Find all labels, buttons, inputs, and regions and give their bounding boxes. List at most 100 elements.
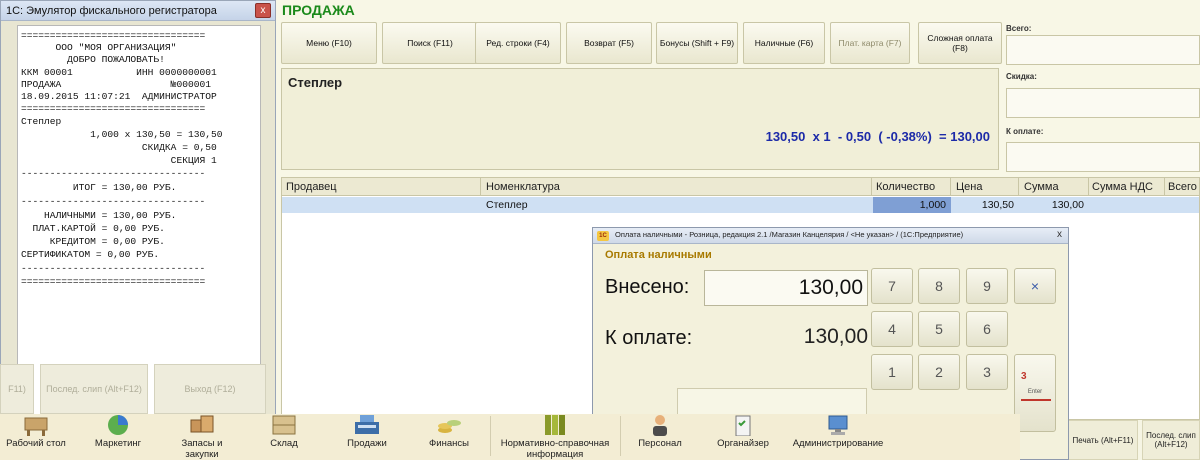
total-field xyxy=(1006,35,1200,65)
bonuses-button[interactable]: Бонусы (Shift + F9) xyxy=(656,22,738,64)
section-personnel[interactable]: Персонал xyxy=(628,414,692,460)
receipt-line: 1,000 x 130,50 = 130,50 xyxy=(21,129,223,140)
section-warehouse[interactable]: Склад xyxy=(254,414,314,460)
receipt-line: ИТОГ = 130,00 РУБ. xyxy=(21,182,177,193)
current-item-calculation: 130,50 x 1 - 0,50 ( -0,38%) = 130,00 xyxy=(765,129,990,144)
key-8[interactable]: 8 xyxy=(918,268,960,304)
receipt-line: ООО "МОЯ ОРГАНИЗАЦИЯ" xyxy=(21,42,177,53)
current-item-name: Степлер xyxy=(288,75,343,90)
return-button[interactable]: Возврат (F5) xyxy=(566,22,652,64)
row-sum: 130,00 xyxy=(1051,199,1084,211)
ghost-button: Выход (F12) xyxy=(154,364,266,414)
receipt-line: СЕРТИФИКАТОМ = 0,00 РУБ. xyxy=(21,249,160,260)
section-organizer[interactable]: Органайзер xyxy=(708,414,778,460)
receipt-line: ================================ xyxy=(21,103,206,114)
section-label: Органайзер xyxy=(717,438,769,449)
key-4[interactable]: 4 xyxy=(871,311,913,347)
receipt-line: Степлер xyxy=(21,116,62,127)
row-item: Степлер xyxy=(486,199,528,211)
table-header: Продавец Номенклатура Количество Цена Су… xyxy=(282,178,1199,196)
print-button[interactable]: Печать (Alt+F11) xyxy=(1068,420,1138,460)
receipt-line: -------------------------------- xyxy=(21,196,206,207)
last-slip-button[interactable]: Послед. слип (Alt+F12) xyxy=(1142,420,1200,460)
dialog-title-bar[interactable]: 1С Оплата наличными - Розница, редакция … xyxy=(593,228,1068,244)
enter-label: Enter xyxy=(1027,389,1043,395)
boxes-icon xyxy=(190,415,214,433)
edit-row-button[interactable]: Ред. строки (F4) xyxy=(475,22,561,64)
column-header-price[interactable]: Цена xyxy=(956,181,982,193)
cash-button[interactable]: Наличные (F6) xyxy=(743,22,825,64)
section-marketing[interactable]: Маркетинг xyxy=(84,414,152,460)
section-sales[interactable]: Продажи xyxy=(334,414,400,460)
section-label: Маркетинг xyxy=(94,438,142,449)
receipt-line: -------------------------------- xyxy=(21,168,206,179)
table-row[interactable]: Степлер 1,000 130,50 130,00 xyxy=(282,197,1199,213)
key-1[interactable]: 1 xyxy=(871,354,913,390)
row-price: 130,50 xyxy=(981,199,1014,211)
section-administration[interactable]: Администрирование xyxy=(788,414,888,460)
receipt-line: КРЕДИТОМ = 0,00 РУБ. xyxy=(21,236,165,247)
column-separator xyxy=(1164,178,1165,196)
person-icon xyxy=(653,415,667,436)
clipboard-icon xyxy=(735,415,751,436)
section-finance[interactable]: Финансы xyxy=(420,414,478,460)
menu-button[interactable]: Меню (F10) xyxy=(281,22,377,64)
discount-field xyxy=(1006,88,1200,118)
section-reference[interactable]: Нормативно-справочная информация xyxy=(496,414,614,460)
column-header-item[interactable]: Номенклатура xyxy=(486,181,560,193)
coins-icon xyxy=(438,420,461,433)
complex-payment-button[interactable]: Сложная оплата (F8) xyxy=(918,22,1002,64)
enter-underline xyxy=(1021,399,1051,401)
receipt: ================================ ООО "МО… xyxy=(17,25,261,415)
column-separator xyxy=(480,178,481,196)
column-header-qty[interactable]: Количество xyxy=(876,181,935,193)
section-label: Запасы и закупки xyxy=(181,438,223,460)
receipt-line: ПРОДАЖА №000001 xyxy=(21,79,211,90)
receipt-line: СЕКЦИЯ 1 xyxy=(21,155,217,166)
page-title: ПРОДАЖА xyxy=(282,2,355,18)
column-header-vat[interactable]: Сумма НДС xyxy=(1092,181,1153,193)
column-header-sum[interactable]: Сумма xyxy=(1024,181,1059,193)
column-header-total[interactable]: Всего xyxy=(1168,181,1197,193)
key-7[interactable]: 7 xyxy=(871,268,913,304)
section-inventory[interactable]: Запасы и закупки xyxy=(166,414,238,460)
close-icon[interactable]: x xyxy=(255,3,271,18)
receipt-line: -------------------------------- xyxy=(21,263,206,274)
section-label: Финансы xyxy=(429,438,469,449)
card-button[interactable]: Плат. карта (F7) xyxy=(830,22,910,64)
section-desktop[interactable]: Рабочий стол xyxy=(6,414,66,460)
separator xyxy=(620,416,621,456)
receipt-line: СКИДКА = 0,50 xyxy=(21,142,217,153)
section-label: Рабочий стол xyxy=(6,438,66,449)
total-label: Всего: xyxy=(1006,24,1032,33)
binders-icon xyxy=(545,415,565,435)
paid-input[interactable]: 130,00 xyxy=(704,270,868,306)
to-pay-field xyxy=(1006,142,1200,172)
dialog-subtitle: Оплата наличными xyxy=(605,249,712,261)
section-label: Администрирование xyxy=(792,438,884,449)
receipt-line: 18.09.2015 11:07:21 АДМИНИСТРАТОР xyxy=(21,91,217,102)
key-5[interactable]: 5 xyxy=(918,311,960,347)
paid-label: Внесено: xyxy=(605,276,690,298)
key-9[interactable]: 9 xyxy=(966,268,1008,304)
current-item-panel: Степлер 130,50 x 1 - 0,50 ( -0,38%) = 13… xyxy=(281,68,999,170)
key-2[interactable]: 2 xyxy=(918,354,960,390)
fiscal-emulator-window: 1С: Эмулятор фискального регистратора x … xyxy=(0,0,276,420)
computer-icon xyxy=(828,415,848,435)
key-3[interactable]: 3 xyxy=(966,354,1008,390)
cash-register-icon xyxy=(355,415,379,434)
warehouse-icon xyxy=(272,415,296,435)
desk-icon xyxy=(24,417,48,436)
enter-key[interactable]: 3 Enter xyxy=(1014,354,1056,432)
enter-hotkey-number: 3 xyxy=(1021,371,1027,382)
receipt-line: ККМ 00001 ИНН 0000000001 xyxy=(21,67,217,78)
search-button[interactable]: Поиск (F11) xyxy=(382,22,478,64)
section-panel: Рабочий стол Маркетинг Запасы и закупки … xyxy=(0,414,1020,460)
key-6[interactable]: 6 xyxy=(966,311,1008,347)
clear-key[interactable]: × xyxy=(1014,268,1056,304)
column-header-seller[interactable]: Продавец xyxy=(286,181,337,193)
fiscal-title-bar[interactable]: 1С: Эмулятор фискального регистратора x xyxy=(1,1,275,21)
close-icon[interactable]: x xyxy=(1057,229,1062,240)
to-pay-value: 130,00 xyxy=(803,325,868,348)
receipt-line: ДОБРО ПОЖАЛОВАТЬ! xyxy=(21,54,165,65)
